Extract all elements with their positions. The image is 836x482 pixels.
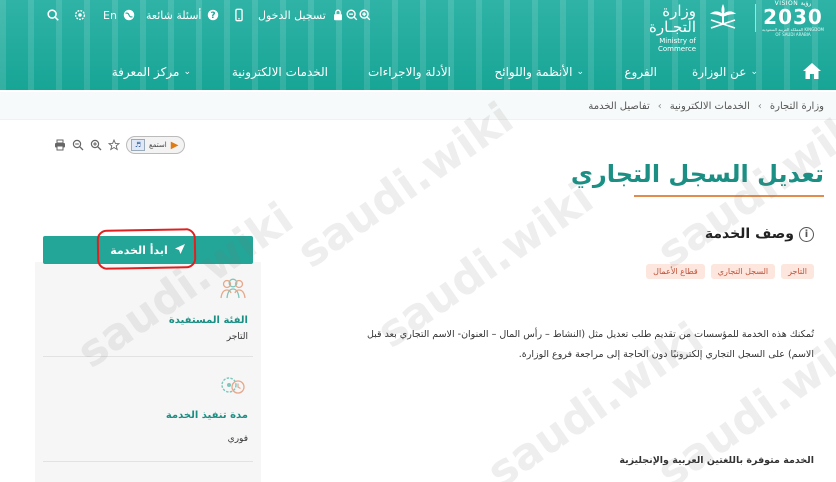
- listen-player[interactable]: ♬ استمع ▶: [126, 136, 186, 154]
- nav-item-eservices[interactable]: الخدمات الالكترونية: [232, 58, 328, 86]
- help-icon: ?: [206, 8, 220, 22]
- sidebar-divider: [43, 461, 253, 462]
- print-icon[interactable]: [54, 139, 66, 151]
- zoom-in-icon[interactable]: [90, 139, 102, 151]
- chevron-left-icon: ‹: [757, 100, 762, 112]
- logo-divider: [755, 4, 756, 32]
- chevron-left-icon: ‹: [657, 100, 662, 112]
- nav-item-branches-label: الفروع: [624, 65, 657, 79]
- chevron-down-icon: ⌄: [576, 67, 584, 77]
- mobile-app-link[interactable]: [232, 4, 246, 26]
- nav-item-regulations-label: الأنظمة واللوائح: [494, 65, 573, 79]
- nav-item-regulations[interactable]: الأنظمة واللوائح ⌄: [495, 58, 584, 86]
- ministry-name-en: Ministry of Commerce: [658, 37, 696, 53]
- chevron-down-icon: ⌄: [183, 67, 191, 77]
- nav-item-branches[interactable]: الفروع: [624, 58, 657, 86]
- zoom-out-button[interactable]: [345, 4, 359, 26]
- language-availability-note: الخدمة متوفرة باللغتين العربية والإنجليز…: [619, 455, 814, 466]
- login-label: تسجيل الدخول: [258, 8, 326, 22]
- search-icon: [46, 8, 60, 22]
- zoom-in-button[interactable]: [358, 4, 372, 26]
- users-icon: [218, 277, 248, 303]
- faq-label: أسئلة شائعة: [146, 8, 202, 22]
- page-title: تعديل السجل التجاري: [570, 160, 824, 188]
- ministry-logo-text[interactable]: وزارة التجـارة Ministry of Commerce: [649, 3, 696, 53]
- beneficiary-value: التاجر: [226, 332, 248, 342]
- breadcrumb-item-home[interactable]: وزارة التجارة: [770, 101, 824, 112]
- faq-link[interactable]: أسئلة شائعة ?: [146, 4, 220, 26]
- language-label: En: [103, 8, 117, 22]
- clock-gear-icon: [218, 372, 248, 398]
- send-icon: [174, 243, 186, 258]
- home-icon[interactable]: [802, 62, 822, 80]
- saudi-emblem-icon: [706, 2, 740, 34]
- breadcrumb-bar: وزارة التجارة ‹ الخدمات الالكترونية ‹ تف…: [0, 92, 836, 120]
- login-link[interactable]: تسجيل الدخول: [258, 4, 345, 26]
- zoom-in-icon: [358, 8, 372, 22]
- nav-item-knowledge-label: مركز المعرفة: [111, 65, 180, 79]
- site-header: En أسئلة شائعة ? تسجيل الدخول VISION رؤي…: [0, 0, 836, 90]
- service-tags: التاجر السجل التجاري قطاع الأعمال: [646, 264, 814, 279]
- nav-item-about[interactable]: عن الوزارة ⌄: [692, 58, 758, 86]
- service-description-heading: i وصف الخدمة: [705, 226, 814, 242]
- listen-label: استمع: [149, 141, 167, 149]
- vision-2030-logo[interactable]: VISION رؤية 2030 المملكة العربية السعودي…: [762, 0, 824, 37]
- breadcrumb-item-eservices[interactable]: الخدمات الالكترونية: [670, 101, 750, 112]
- nav-item-guides[interactable]: الأدلة والاجراءات: [368, 58, 451, 86]
- svg-text:?: ?: [211, 11, 216, 21]
- vision-kingdom-text: المملكة العربية السعودية KINGDOM OF SAUD…: [762, 27, 824, 37]
- play-icon[interactable]: ▶: [171, 140, 179, 151]
- tag-commercial-register[interactable]: السجل التجاري: [710, 264, 776, 279]
- mobile-icon: [232, 8, 246, 22]
- page-tools: ♬ استمع ▶: [54, 136, 186, 154]
- sidebar-divider: [43, 356, 253, 357]
- title-underline: [634, 195, 824, 197]
- vision-year: 2030: [763, 5, 823, 29]
- ministry-name-ar: وزارة التجـارة: [648, 2, 696, 36]
- start-service-button[interactable]: ابدأ الخدمة: [43, 236, 253, 264]
- speaker-icon: ♬: [131, 139, 145, 151]
- lock-icon: [331, 8, 345, 22]
- nav-item-knowledge[interactable]: مركز المعرفة ⌄: [112, 58, 191, 86]
- tag-business-sector[interactable]: قطاع الأعمال: [646, 264, 705, 279]
- star-icon[interactable]: [108, 139, 120, 151]
- duration-value: فوري: [227, 434, 248, 444]
- service-description-text: تُمكنك هذه الخدمة للمؤسسات من تقديم طلب …: [366, 329, 814, 360]
- main-navigation: عن الوزارة ⌄ الفروع الأنظمة واللوائح ⌄ ا…: [0, 58, 836, 86]
- nav-item-guides-label: الأدلة والاجراءات: [367, 65, 451, 79]
- search-button[interactable]: [46, 4, 60, 26]
- nav-item-about-label: عن الوزارة: [691, 65, 747, 79]
- service-description-title: وصف الخدمة: [704, 226, 794, 242]
- settings-button[interactable]: [73, 4, 87, 26]
- start-service-label: ابدأ الخدمة: [110, 243, 168, 257]
- zoom-out-icon[interactable]: [72, 139, 84, 151]
- watermark: saudi.wiki: [288, 92, 523, 279]
- tag-merchant[interactable]: التاجر: [781, 264, 814, 279]
- chevron-down-icon: ⌄: [750, 67, 758, 77]
- language-switch[interactable]: En: [103, 4, 136, 26]
- gear-icon: [73, 8, 87, 22]
- nav-item-eservices-label: الخدمات الالكترونية: [231, 65, 328, 79]
- zoom-out-icon: [345, 8, 359, 22]
- breadcrumb: وزارة التجارة ‹ الخدمات الالكترونية ‹ تف…: [588, 92, 824, 120]
- duration-label: مدة تنفيذ الخدمة: [165, 410, 248, 421]
- globe-icon: [122, 8, 136, 22]
- beneficiary-label: الفئة المستفيدة: [168, 315, 248, 326]
- info-icon: i: [799, 226, 814, 242]
- breadcrumb-item-current: تفاصيل الخدمة: [588, 100, 650, 112]
